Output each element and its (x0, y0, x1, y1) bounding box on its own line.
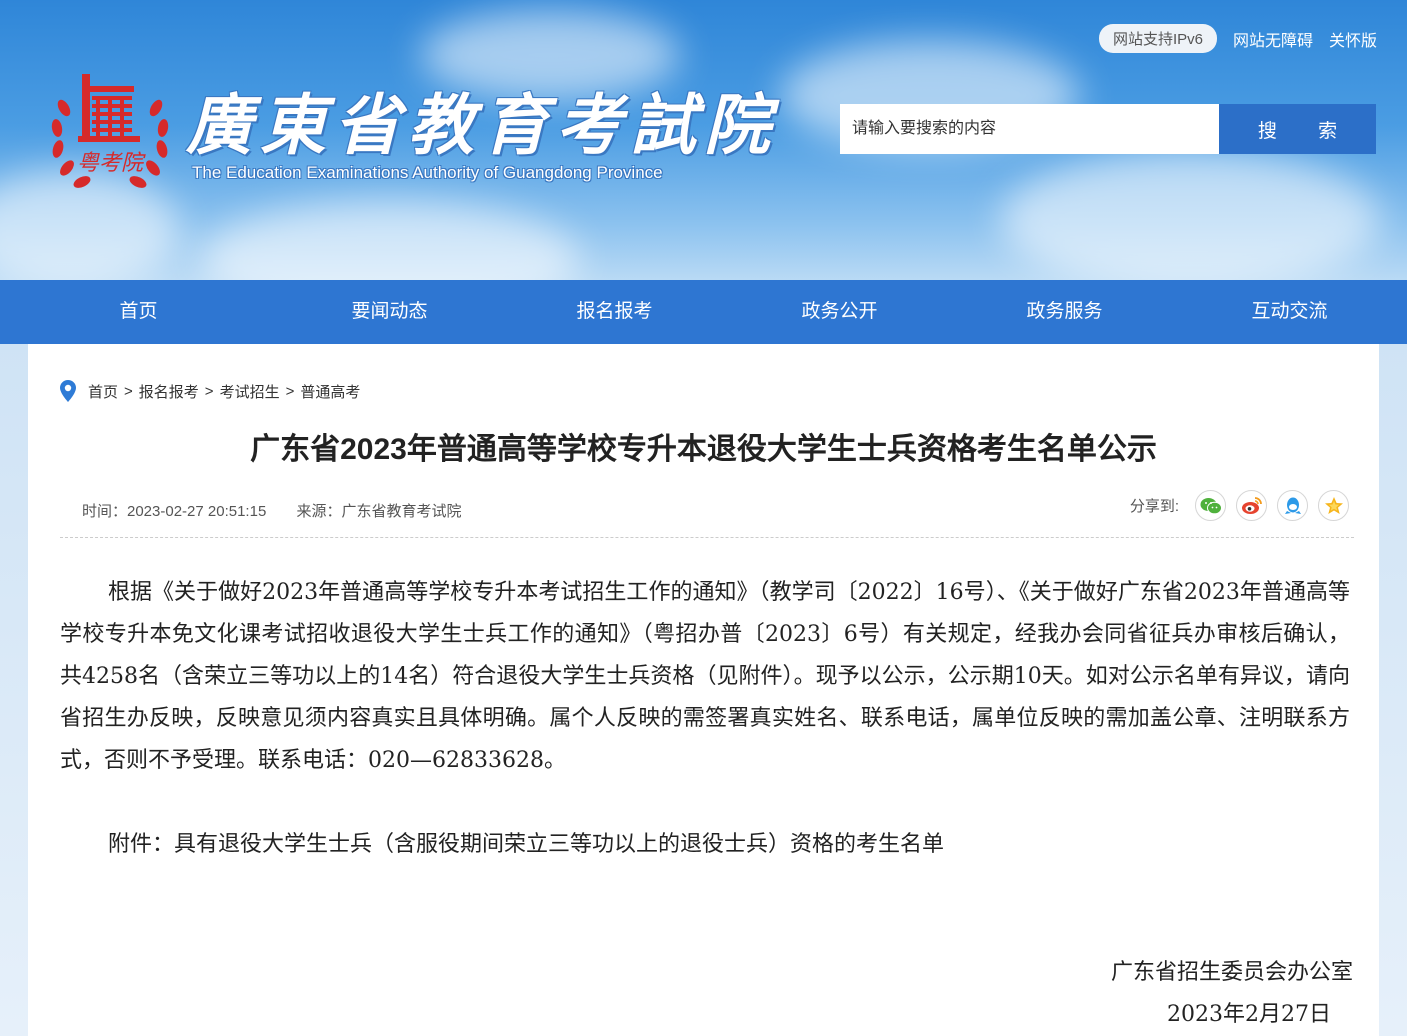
signer: 广东省招生委员会办公室 (1110, 960, 1353, 985)
sign-date: 2023年2月27日 (1167, 1002, 1331, 1027)
search-box: 搜 索 (840, 104, 1376, 154)
qq-icon[interactable] (1277, 490, 1308, 521)
top-links: 网站支持IPv6 网站无障碍 关怀版 (1098, 24, 1377, 53)
qzone-icon[interactable] (1318, 490, 1349, 521)
article-source: 来源：广东省教育考试院 (296, 503, 462, 520)
publish-time: 时间：2023-02-27 20:51:15 (82, 503, 267, 520)
breadcrumb-separator: > (285, 382, 295, 400)
breadcrumb-gaokao[interactable]: 普通高考 (300, 381, 360, 402)
share-bar: 分享到: (1130, 490, 1349, 521)
breadcrumb-exam-enrollment[interactable]: 考试招生 (220, 381, 280, 402)
wechat-icon[interactable] (1195, 490, 1226, 521)
nav-item-registration[interactable]: 报名报考 (502, 280, 727, 344)
nav-item-interaction[interactable]: 互动交流 (1177, 280, 1402, 344)
accessibility-link[interactable]: 网站无障碍 (1233, 27, 1313, 51)
breadcrumb-separator: > (124, 382, 133, 400)
left-background (0, 344, 28, 1036)
site-logo-subtitle: The Education Examinations Authority of … (192, 163, 663, 182)
search-button[interactable]: 搜 索 (1219, 104, 1376, 154)
article-container: 首页 > 报名报考 > 考试招生 > 普通高考 广东省2023年普通高等学校专升… (28, 344, 1379, 1036)
share-label: 分享到: (1129, 498, 1179, 515)
search-input[interactable] (840, 104, 1219, 154)
cloud-decoration (200, 200, 580, 280)
nav-item-government-services[interactable]: 政务服务 (952, 280, 1177, 344)
cloud-decoration (1000, 150, 1380, 280)
article-meta: 时间：2023-02-27 20:51:15 来源：广东省教育考试院 (82, 500, 487, 521)
site-logo-title[interactable]: 廣東省教育考試院 (186, 72, 778, 168)
right-background (1379, 344, 1407, 1036)
breadcrumb: 首页 > 报名报考 > 考试招生 > 普通高考 (60, 380, 360, 402)
emblem-seal-text: 粤考院 (77, 151, 146, 176)
article-body: 根据《关于做好2023年普通高等学校专升本考试招生工作的通知》（教学司〔2022… (60, 580, 1350, 773)
ipv6-badge: 网站支持IPv6 (1098, 24, 1217, 53)
elder-mode-link[interactable]: 关怀版 (1329, 27, 1377, 51)
breadcrumb-home[interactable]: 首页 (88, 381, 118, 402)
nav-item-government-affairs[interactable]: 政务公开 (727, 280, 952, 344)
breadcrumb-separator: > (204, 382, 214, 400)
weibo-icon[interactable] (1236, 490, 1267, 521)
exam-authority-emblem-icon[interactable]: 粤考院 (50, 72, 170, 198)
attachment-link[interactable]: 附件：具有退役大学生士兵（含服役期间荣立三等功以上的退役士兵）资格的考生名单 (108, 826, 944, 858)
meta-divider (60, 537, 1354, 538)
article-title: 广东省2023年普通高等学校专升本退役大学生士兵资格考生名单公示 (250, 433, 1157, 466)
site-header: 网站支持IPv6 网站无障碍 关怀版 粤考院 廣東省教育考試院 The Educ… (0, 0, 1407, 280)
breadcrumb-registration[interactable]: 报名报考 (139, 381, 199, 402)
location-pin-icon (60, 380, 76, 402)
main-nav: 首页 要闻动态 报名报考 政务公开 政务服务 互动交流 (0, 280, 1407, 344)
nav-item-home[interactable]: 首页 (0, 280, 277, 344)
nav-item-news[interactable]: 要闻动态 (277, 280, 502, 344)
